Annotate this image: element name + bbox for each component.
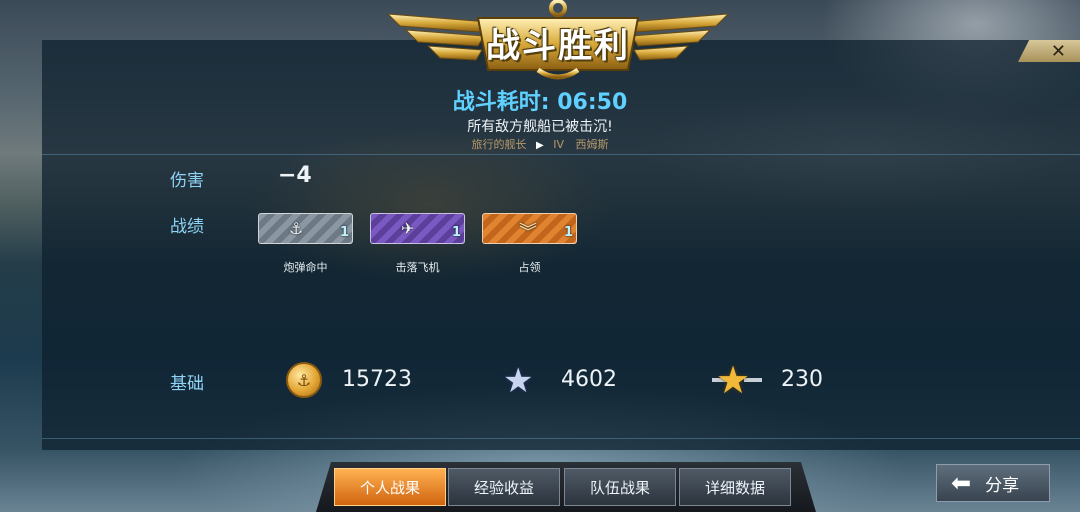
achievement-badge-capture[interactable]: ︾ 1 [482, 213, 577, 244]
damage-value: −4 [278, 163, 312, 188]
achievement-count: 1 [563, 225, 573, 240]
achievement-name: 占领 [518, 261, 541, 274]
ship-tier: IV [553, 138, 564, 151]
achievement-count: 1 [451, 225, 461, 240]
plane-down-icon: ✈ [401, 219, 415, 238]
tab-detailed-data[interactable]: 详细数据 [679, 468, 791, 506]
torpedo-hit-icon: ⚓ [289, 219, 304, 238]
achievement-badge-plane-down[interactable]: ✈ 1 [370, 213, 465, 244]
header-divider [42, 154, 1080, 155]
tab-experience-gain[interactable]: 经验收益 [448, 468, 560, 506]
captain-name: 旅行的舰长 [471, 138, 527, 151]
credits-coin-icon: ⚓ [286, 362, 322, 398]
victory-banner: 战斗胜利 [386, 0, 730, 84]
duration-label: 战斗耗时: [452, 90, 550, 115]
close-icon: ✕ [1050, 40, 1066, 62]
achievement-name: 炮弹命中 [283, 261, 328, 274]
damage-label: 伤害 [170, 171, 204, 191]
achievements-label: 战绩 [170, 217, 204, 237]
credits-value: 15723 [342, 367, 412, 392]
tab-personal-results[interactable]: 个人战果 [334, 468, 446, 506]
arrow-right-icon: ▶ [536, 140, 544, 151]
share-label: 分享 [985, 475, 1020, 496]
ship-info: 旅行的舰长 ▶ IV 西姆斯 [0, 136, 1080, 152]
base-rewards-label: 基础 [170, 374, 204, 394]
commander-exp-star-icon: ★ [716, 358, 751, 402]
achievement-count: 1 [339, 225, 349, 240]
share-arrow-icon: ⬅ [951, 469, 972, 497]
commander-exp-value: 230 [781, 367, 823, 392]
capture-chevron-icon: ︾ [519, 222, 537, 243]
footer-divider [42, 438, 1080, 439]
battle-summary: 所有敌方舰船已被击沉! [467, 119, 613, 135]
battle-duration: 战斗耗时: 06:50 [0, 84, 1080, 116]
duration-value: 06:50 [557, 90, 628, 115]
share-button[interactable]: ⬅ 分享 [936, 464, 1050, 502]
experience-star-icon: ★ [503, 361, 534, 401]
ship-name: 西姆斯 [575, 138, 609, 151]
victory-title: 战斗胜利 [486, 25, 630, 66]
achievement-name: 击落飞机 [395, 261, 440, 274]
tab-team-results[interactable]: 队伍战果 [564, 468, 676, 506]
achievement-badge-torpedo-hit[interactable]: ⚓ 1 [258, 213, 353, 244]
experience-value: 4602 [561, 367, 617, 392]
